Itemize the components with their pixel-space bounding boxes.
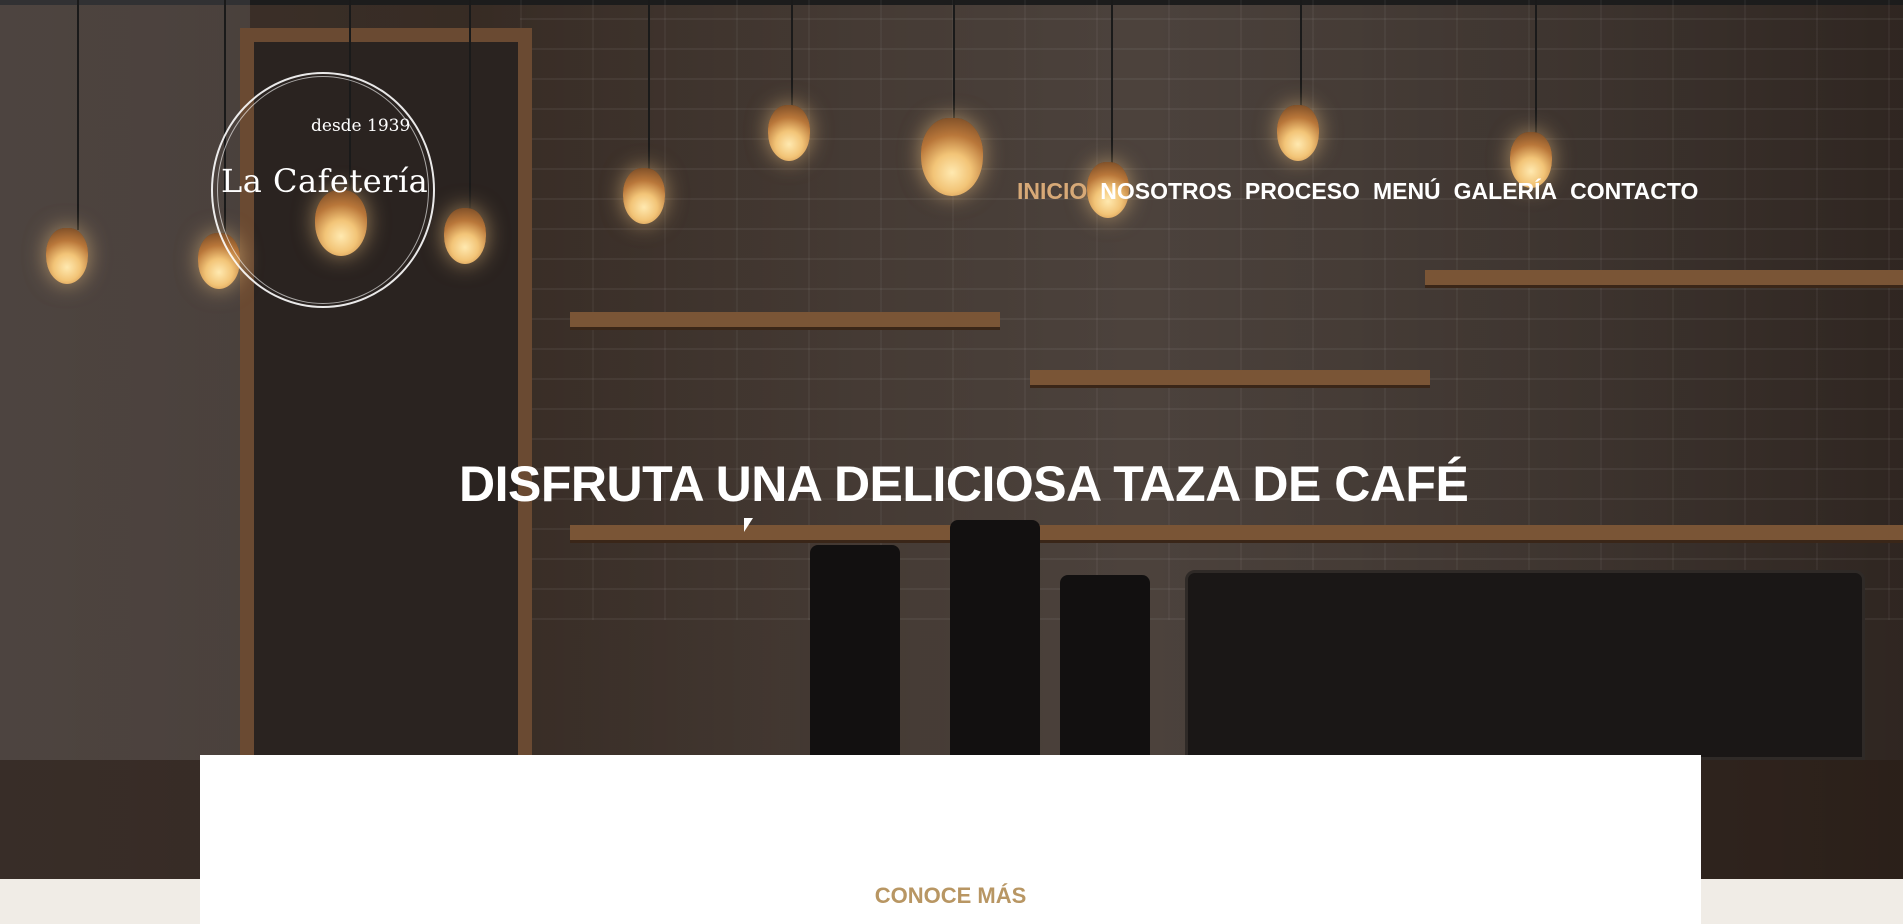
lamp-cord: [953, 0, 955, 120]
lamp-cord: [469, 0, 471, 210]
shelf: [570, 312, 1000, 330]
lamp-cord: [1300, 0, 1302, 108]
shelf: [570, 525, 1903, 543]
lamp-bulb: [1277, 105, 1319, 161]
nav-item-nosotros[interactable]: NOSOTROS: [1100, 178, 1232, 205]
lamp-bulb: [444, 208, 486, 264]
lamp-cord: [1111, 0, 1113, 165]
coffee-grinder: [1060, 575, 1150, 760]
shelf: [1425, 270, 1903, 288]
lamp-cord: [77, 0, 79, 230]
nav-item-contacto[interactable]: CONTACTO: [1570, 178, 1698, 205]
lamp-cord: [1535, 0, 1537, 135]
logo[interactable]: desde 1939 La Cafetería: [211, 72, 435, 308]
mouse-cursor-icon: [744, 518, 753, 532]
lamp-cord: [648, 0, 650, 170]
lamp-bulb: [768, 105, 810, 161]
lamp-cord: [791, 0, 793, 108]
nav-item-menu[interactable]: MENÚ: [1373, 178, 1441, 205]
nav-item-galeria[interactable]: GALERÍA: [1454, 178, 1558, 205]
about-section-card: CONOCE MÁS: [200, 755, 1701, 924]
espresso-machine: [1185, 570, 1865, 760]
lamp-bulb: [921, 118, 983, 196]
hero-headline: DISFRUTA UNA DELICIOSA TAZA DE CAFÉ: [459, 456, 1469, 512]
shelf: [1030, 370, 1430, 388]
learn-more-heading: CONOCE MÁS: [874, 883, 1027, 908]
lamp-bulb: [46, 228, 88, 284]
lamp-bulb: [623, 168, 665, 224]
nav-item-inicio[interactable]: INICIO: [1017, 178, 1087, 205]
logo-name-text: La Cafetería: [221, 162, 429, 200]
main-nav: INICIO NOSOTROS PROCESO MENÚ GALERÍA CON…: [1017, 178, 1698, 205]
coffee-grinder: [950, 520, 1040, 760]
logo-since-text: desde 1939: [311, 116, 411, 136]
coffee-grinder: [810, 545, 900, 760]
nav-item-proceso[interactable]: PROCESO: [1245, 178, 1360, 205]
